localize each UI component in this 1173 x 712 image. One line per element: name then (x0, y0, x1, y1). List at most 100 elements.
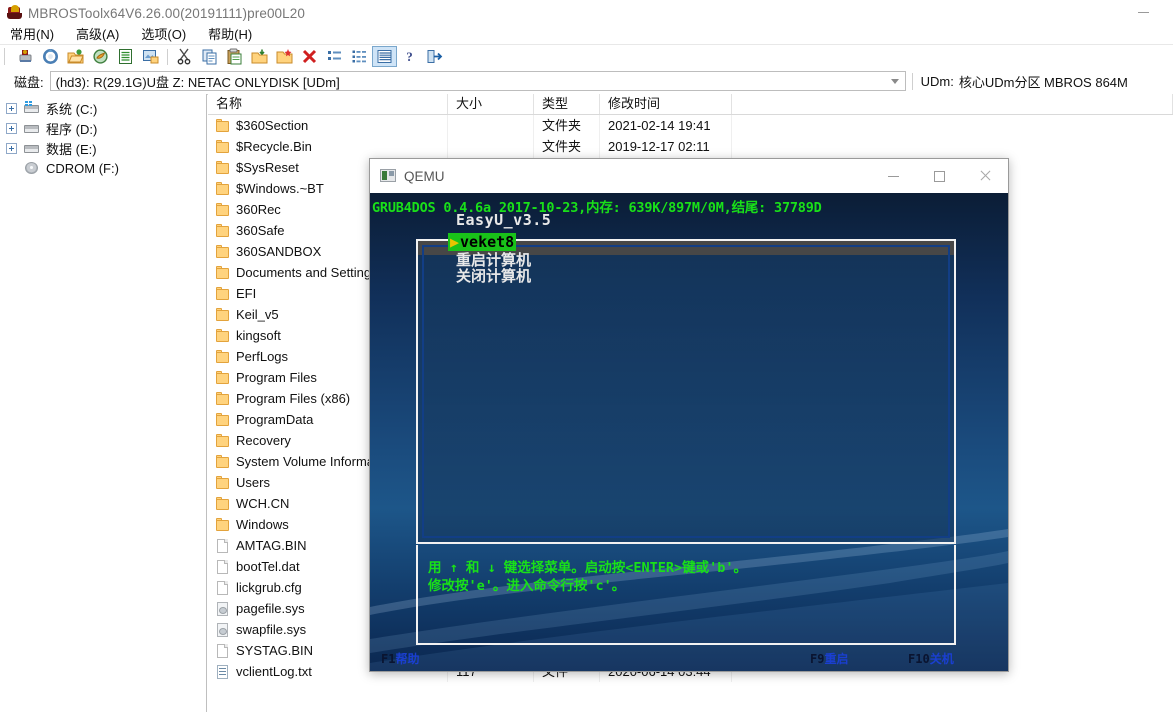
folder-icon (216, 433, 229, 448)
qemu-window-controls (870, 159, 1008, 193)
function-key-f9[interactable]: F9重启 (810, 650, 848, 667)
disk-select-value: (hd3): R(29.1G)U盘 Z: NETAC ONLYDISK [UDm… (55, 74, 340, 90)
folder-icon (216, 307, 229, 322)
open-folder-icon[interactable] (63, 46, 88, 67)
table-row[interactable]: $360Section 文件夹 2021-02-14 19:41 (208, 115, 1173, 136)
column-header-pad (732, 94, 1173, 114)
list-icon[interactable] (113, 46, 138, 67)
qemu-close-button[interactable] (962, 159, 1008, 193)
sidebar-item-label: CDROM (F:) (46, 160, 119, 176)
folder-icon (216, 181, 229, 196)
file-name-label: ProgramData (236, 412, 314, 427)
grub-status-line: GRUB4DOS 0.4.6a 2017-10-23,内存: 639K/897M… (372, 200, 822, 216)
column-header-type[interactable]: 类型 (534, 94, 600, 114)
file-name-label: $SysReset (236, 160, 299, 175)
function-key-label: 关机 (929, 652, 954, 666)
grub-menu-inner-frame (422, 245, 950, 538)
folder-icon (216, 286, 229, 301)
small-icons-icon[interactable] (322, 46, 347, 67)
qemu-title-bar[interactable]: QEMU (370, 159, 1008, 193)
folder-icon (216, 517, 229, 532)
function-key-f10[interactable]: F10关机 (908, 650, 954, 667)
toolbar-separator (167, 48, 168, 65)
list-view-icon[interactable] (347, 46, 372, 67)
expand-icon[interactable] (6, 122, 17, 134)
qemu-title: QEMU (404, 168, 445, 184)
cell-size (448, 136, 534, 157)
file-name-label: SYSTAG.BIN (236, 643, 314, 658)
expand-icon[interactable] (6, 142, 17, 154)
file-name-label: Program Files (x86) (236, 391, 351, 406)
disk-label: 磁盘: (14, 74, 44, 90)
file-name-label: EFI (236, 286, 257, 301)
help-icon[interactable]: ? (397, 46, 422, 67)
file-name-label: kingsoft (236, 328, 281, 343)
folder-icon (216, 244, 229, 259)
file-list-header: 名称 大小 类型 修改时间 (208, 94, 1173, 115)
cut-icon[interactable] (172, 46, 197, 67)
table-row[interactable]: $Recycle.Bin 文件夹 2019-12-17 02:11 (208, 136, 1173, 157)
file-icon (216, 559, 229, 574)
menu-item-help[interactable]: 帮助(H) (198, 25, 264, 44)
folder-icon (216, 391, 229, 406)
folder-icon (216, 118, 229, 133)
qemu-maximize-button[interactable] (916, 159, 962, 193)
column-header-name[interactable]: 名称 (208, 94, 448, 114)
qemu-window[interactable]: QEMU GRUB4DOS 0.4.6a 2017-10-23,内存: 639K… (369, 158, 1009, 672)
file-name-label: lickgrub.cfg (236, 580, 302, 595)
file-name-label: 360Safe (236, 223, 285, 238)
sidebar-item-program-d[interactable]: 程序 (D:) (0, 118, 206, 138)
menu-item-common[interactable]: 常用(N) (0, 25, 66, 44)
file-icon (216, 580, 229, 595)
toolbar-grip[interactable] (4, 48, 9, 65)
folder-icon (216, 202, 229, 217)
file-name-label: Recovery (236, 433, 291, 448)
cell-pad (732, 115, 1173, 136)
copy-icon[interactable] (197, 46, 222, 67)
menu-item-options[interactable]: 选项(O) (131, 25, 198, 44)
function-key-label: 帮助 (395, 652, 420, 666)
expand-icon[interactable] (6, 102, 17, 114)
sidebar-item-data-e[interactable]: 数据 (E:) (0, 138, 206, 158)
sidebar-item-system-c[interactable]: 系统 (C:) (0, 98, 206, 118)
exit-icon[interactable] (422, 46, 447, 67)
details-view-icon[interactable] (372, 46, 397, 67)
column-header-time[interactable]: 修改时间 (600, 94, 732, 114)
qemu-icon (380, 169, 396, 183)
file-name-label: Windows (236, 517, 289, 532)
extract-icon[interactable] (247, 46, 272, 67)
chevron-down-icon (890, 79, 899, 84)
app-window: MBROSToolx64V6.26.00(20191111)pre00L20 常… (0, 0, 1173, 712)
minimize-button[interactable] (1121, 2, 1165, 22)
file-name-label: Documents and Settings (236, 265, 378, 280)
grub-menu-item-shutdown[interactable]: 关闭计算机 (456, 265, 531, 286)
browser-icon[interactable] (88, 46, 113, 67)
function-key-f1[interactable]: F1帮助 (381, 650, 419, 667)
column-header-size[interactable]: 大小 (448, 94, 534, 114)
menu-item-advanced[interactable]: 高级(A) (66, 25, 131, 44)
refresh-icon[interactable] (38, 46, 63, 67)
title-bar: MBROSToolx64V6.26.00(20191111)pre00L20 (0, 0, 1173, 26)
scan-disk-icon[interactable] (13, 46, 38, 67)
folder-icon (216, 265, 229, 280)
grub-help-line-2: 修改按'e'。进入命令行按'c'。 (428, 578, 626, 594)
file-icon (216, 643, 229, 658)
folder-icon (216, 454, 229, 469)
file-name-label: AMTAG.BIN (236, 538, 307, 553)
file-name-label: WCH.CN (236, 496, 290, 511)
sidebar-item-cdrom-f[interactable]: CDROM (F:) (0, 158, 206, 178)
save-image-icon[interactable] (138, 46, 163, 67)
text-file-icon (216, 664, 229, 679)
disk-select[interactable]: (hd3): R(29.1G)U盘 Z: NETAC ONLYDISK [UDm… (49, 71, 906, 91)
delete-icon[interactable] (297, 46, 322, 67)
page-title: MBROSToolx64V6.26.00(20191111)pre00L20 (28, 5, 305, 21)
file-name-label: swapfile.sys (236, 622, 307, 637)
new-folder-icon[interactable] (272, 46, 297, 67)
qemu-screen[interactable]: GRUB4DOS 0.4.6a 2017-10-23,内存: 639K/897M… (370, 193, 1008, 671)
file-name-label: PerfLogs (236, 349, 289, 364)
paste-icon[interactable] (222, 46, 247, 67)
file-name-label: Program Files (236, 370, 317, 385)
file-name-label: $Windows.~BT (236, 181, 324, 196)
drive-icon (23, 101, 40, 115)
qemu-minimize-button[interactable] (870, 159, 916, 193)
